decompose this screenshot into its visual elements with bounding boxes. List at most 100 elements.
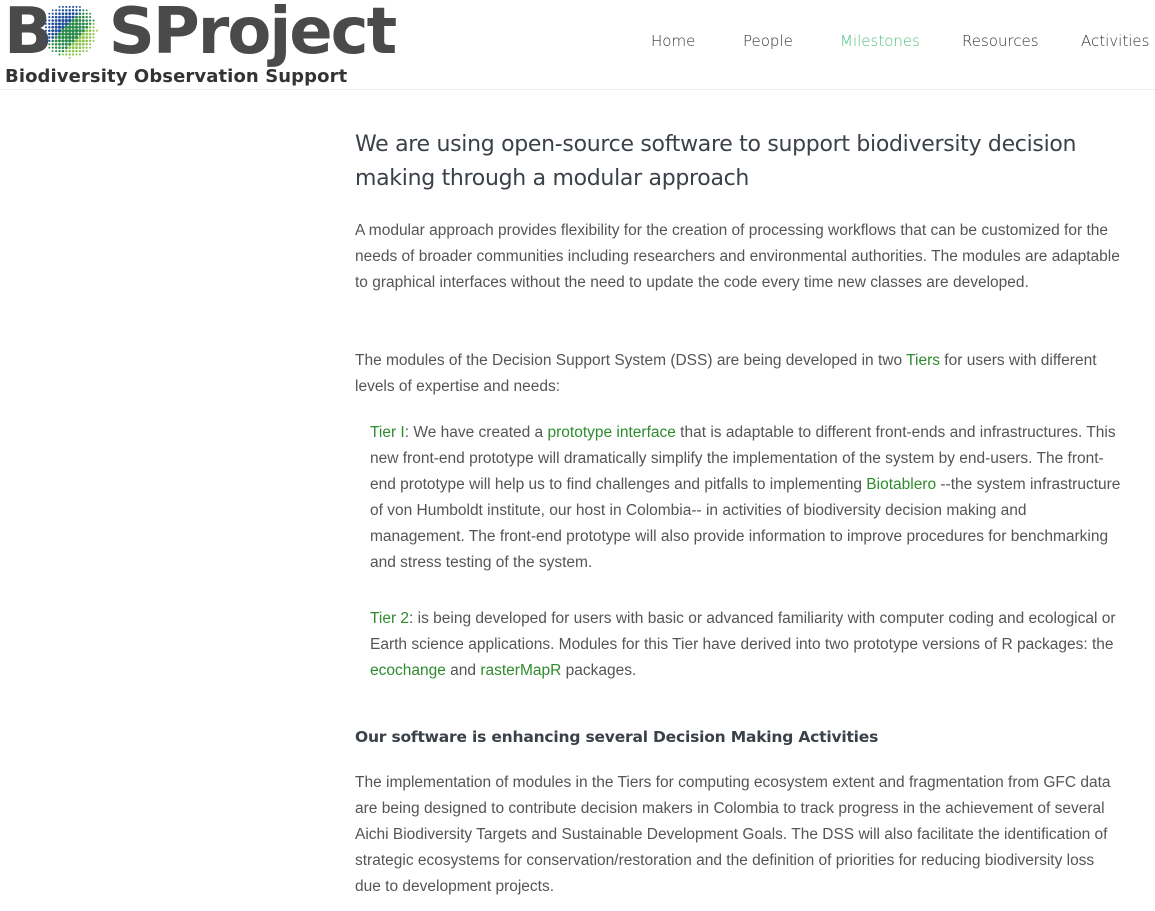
globe-dot <box>92 26 95 29</box>
globe-dot <box>51 22 55 26</box>
globe-dot <box>64 18 68 23</box>
globe-dot <box>54 15 58 19</box>
globe-dot <box>68 57 71 59</box>
globe-dot <box>65 9 68 12</box>
globe-dot <box>71 15 75 19</box>
globe-dot <box>71 22 75 26</box>
globe-dot <box>85 19 88 22</box>
globe-dot <box>89 16 92 19</box>
globe-dot <box>89 12 92 15</box>
globe-dot <box>71 25 75 30</box>
globe-dot <box>57 25 62 29</box>
globe-dot <box>61 15 65 19</box>
globe-dot <box>58 5 61 8</box>
globe-dot <box>44 19 47 22</box>
globe-dot <box>64 25 69 30</box>
globe-dot <box>51 25 55 29</box>
tier-1-link[interactable]: Tier I <box>370 424 405 441</box>
globe-dot <box>54 22 58 26</box>
tiers-intro-text: The modules of the Decision Support Syst… <box>355 352 907 369</box>
globe-dot <box>88 19 92 22</box>
biotablero-link[interactable]: Biotablero <box>866 476 936 493</box>
globe-dot <box>68 9 71 12</box>
globe-dot <box>71 12 75 16</box>
decision-making-subheading: Our software is enhancing several Decisi… <box>355 728 879 746</box>
globe-dot <box>48 19 51 22</box>
tiers-link[interactable]: Tiers <box>906 352 940 369</box>
globe-dot <box>68 12 72 16</box>
globe-dot <box>67 25 72 30</box>
globe-dot <box>55 9 58 12</box>
prototype-interface-link[interactable]: prototype interface <box>547 424 675 441</box>
globe-dot <box>85 25 89 29</box>
globe-dot <box>44 26 47 29</box>
globe-dot <box>48 26 51 29</box>
globe-dot <box>85 9 88 12</box>
tier-2-text: : is being developed for users with basi… <box>370 610 1116 653</box>
globe-dot <box>88 22 92 26</box>
globe-dot <box>78 25 82 29</box>
globe-dot <box>78 5 81 8</box>
globe-dot <box>71 9 75 12</box>
nav-milestones[interactable]: Milestones <box>840 32 920 50</box>
globe-dot <box>48 22 51 26</box>
globe-dot <box>92 22 95 25</box>
nav-people[interactable]: People <box>743 32 793 50</box>
globe-dot <box>48 16 51 19</box>
tier-2-link[interactable]: Tier 2 <box>370 610 409 627</box>
tier-2-text-2: and <box>445 662 481 679</box>
tier-1-text: : We have created a <box>404 424 548 441</box>
globe-dot <box>72 5 75 8</box>
nav-resources[interactable]: Resources <box>962 32 1039 50</box>
rastermapr-link[interactable]: rasterMapR <box>480 662 561 679</box>
globe-dot <box>61 25 65 29</box>
globe-dot <box>71 18 75 23</box>
globe-dot <box>82 9 85 12</box>
globe-dot <box>68 5 71 8</box>
globe-dot <box>81 22 85 26</box>
globe-dot <box>85 15 88 19</box>
globe-dot <box>51 9 54 12</box>
tiers-intro-paragraph: The modules of the Decision Support Syst… <box>355 348 1120 400</box>
globe-dot <box>78 12 82 15</box>
globe-dot <box>81 15 85 19</box>
globe-dot <box>92 19 95 22</box>
globe-dot <box>48 12 51 15</box>
globe-dot <box>64 12 68 16</box>
globe-dot <box>88 26 92 29</box>
site-header: B SProject Biodiversity Observation Suppo… <box>0 0 1155 90</box>
globe-dot <box>75 12 78 16</box>
intro-paragraph: A modular approach provides flexibility … <box>355 222 1120 291</box>
globe-dot <box>74 18 79 23</box>
globe-dot <box>44 22 47 25</box>
globe-dot <box>64 15 68 19</box>
globe-dot <box>78 15 82 19</box>
globe-dot <box>74 22 79 26</box>
globe-dot <box>51 15 54 19</box>
ecochange-link[interactable]: ecochange <box>370 662 446 679</box>
globe-dot <box>61 5 64 8</box>
globe-dot <box>85 22 89 26</box>
globe-dot <box>81 25 85 29</box>
globe-dot <box>78 22 82 26</box>
globe-dot <box>58 9 61 12</box>
globe-dot <box>57 22 62 26</box>
globe-dot <box>81 19 85 22</box>
globe-dot <box>54 25 58 29</box>
tier-2-paragraph: Tier 2: is being developed for users wit… <box>370 606 1122 684</box>
globe-dot <box>51 19 54 22</box>
globe-dot <box>82 12 85 15</box>
nav-home[interactable]: Home <box>651 32 695 50</box>
globe-dot <box>54 12 58 15</box>
main-navigation: Home People Milestones Resources Activit… <box>0 32 1155 56</box>
globe-dot <box>78 9 82 12</box>
page-heading: We are using open-source software to sup… <box>355 132 1077 191</box>
nav-activities[interactable]: Activities <box>1081 32 1149 50</box>
logo-tagline: Biodiversity Observation Support <box>5 66 348 87</box>
globe-dot <box>54 19 58 22</box>
globe-dot <box>51 12 54 15</box>
globe-dot <box>64 22 68 26</box>
tier-1-paragraph: Tier I: We have created a prototype inte… <box>370 420 1122 576</box>
globe-dot <box>65 5 68 8</box>
globe-dot <box>75 5 78 8</box>
